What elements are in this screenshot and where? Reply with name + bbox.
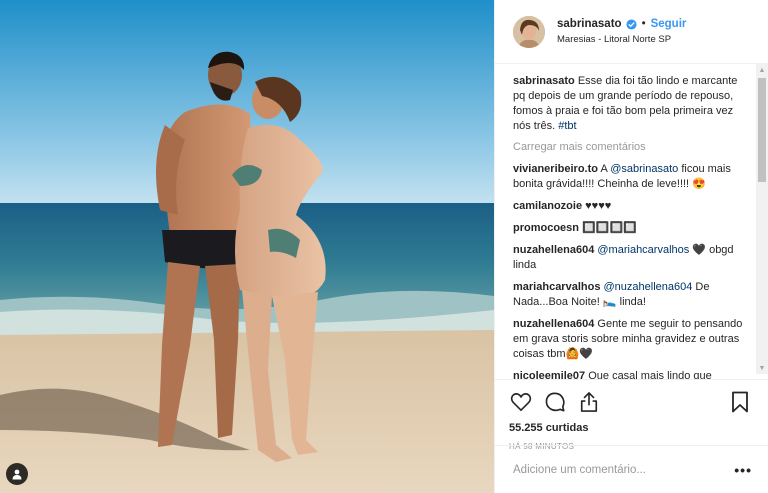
mention-link[interactable]: @sabrinasato [610, 163, 678, 175]
list-item: nuzahellena604 Gente me seguir to pensan… [513, 317, 752, 362]
list-item: nuzahellena604 @mariahcarvalhos 🖤 obgd l… [513, 243, 752, 273]
add-comment-bar: ••• [495, 445, 768, 493]
post-actions: 55.255 curtidas HÁ 58 MINUTOS [495, 379, 768, 451]
comment-text: Que casal mais lindo que [588, 370, 712, 379]
avatar[interactable] [513, 15, 545, 48]
comment-text: A [600, 163, 611, 175]
hashtag-link[interactable]: #tbt [558, 120, 576, 132]
like-button[interactable] [509, 390, 533, 414]
heart-icon [510, 393, 532, 411]
comment-input[interactable] [513, 463, 735, 476]
post-side-panel: sabrinasato • Seguir Maresias - Litoral … [494, 0, 768, 493]
load-more-comments-button[interactable]: Carregar mais comentários [513, 141, 752, 153]
user-tag-button[interactable] [6, 463, 28, 485]
comment-button[interactable] [543, 390, 567, 414]
likes-count[interactable]: 55.255 curtidas [509, 422, 752, 434]
list-item: mariahcarvalhos @nuzahellena604 De Nada.… [513, 280, 752, 310]
share-button[interactable] [577, 390, 601, 414]
post-photo[interactable] [0, 0, 494, 493]
caption-username[interactable]: sabrinasato [513, 75, 575, 87]
comment-username[interactable]: nuzahellena604 [513, 318, 594, 330]
beach-couple-photo [0, 0, 494, 493]
scrollbar-thumb[interactable] [758, 78, 766, 182]
user-tag-icon [12, 469, 22, 480]
username-link[interactable]: sabrinasato [557, 18, 622, 30]
comment-text: ♥♥♥♥ [585, 200, 612, 212]
bookmark-icon [732, 391, 748, 413]
separator-dot: • [641, 18, 646, 30]
comments-scrollbar[interactable]: ▲ ▼ [756, 64, 768, 374]
comment-username[interactable]: nuzahellena604 [513, 244, 594, 256]
comment-bubble-icon [545, 392, 565, 412]
location-link[interactable]: Maresias - Litoral Norte SP [557, 34, 686, 45]
list-item: vivianeribeiro.to A @sabrinasato ficou m… [513, 162, 752, 192]
header-top-row: sabrinasato • Seguir [557, 18, 686, 30]
save-button[interactable] [728, 390, 752, 414]
comment-text: 🔲🔲🔲🔲 [582, 222, 637, 234]
list-item: promocoesn 🔲🔲🔲🔲 [513, 221, 752, 236]
comment-username[interactable]: nicoleemile07 [513, 370, 585, 379]
comments-list[interactable]: sabrinasato Esse dia foi tão lindo e mar… [495, 64, 768, 379]
list-item: camilanozoie ♥♥♥♥ [513, 199, 752, 214]
comment-username[interactable]: promocoesn [513, 222, 579, 234]
scroll-up-arrow-icon[interactable]: ▲ [756, 64, 768, 76]
verified-badge-icon [626, 18, 637, 30]
action-icons-row [509, 388, 752, 416]
comment-username[interactable]: camilanozoie [513, 200, 582, 212]
instagram-post: sabrinasato • Seguir Maresias - Litoral … [0, 0, 768, 493]
follow-button[interactable]: Seguir [651, 18, 687, 30]
comment-username[interactable]: vivianeribeiro.to [513, 163, 598, 175]
post-header: sabrinasato • Seguir Maresias - Litoral … [495, 0, 768, 64]
mention-link[interactable]: @nuzahellena604 [604, 281, 693, 293]
scroll-down-arrow-icon[interactable]: ▼ [756, 362, 768, 374]
more-options-icon[interactable]: ••• [734, 462, 752, 478]
mention-link[interactable]: @mariahcarvalhos [597, 244, 689, 256]
caption: sabrinasato Esse dia foi tão lindo e mar… [513, 74, 752, 134]
avatar-image [513, 15, 545, 48]
comment-username[interactable]: mariahcarvalhos [513, 281, 600, 293]
header-text: sabrinasato • Seguir Maresias - Litoral … [557, 18, 686, 45]
share-icon [580, 392, 598, 412]
list-item: nicoleemile07 Que casal mais lindo que [513, 369, 752, 379]
